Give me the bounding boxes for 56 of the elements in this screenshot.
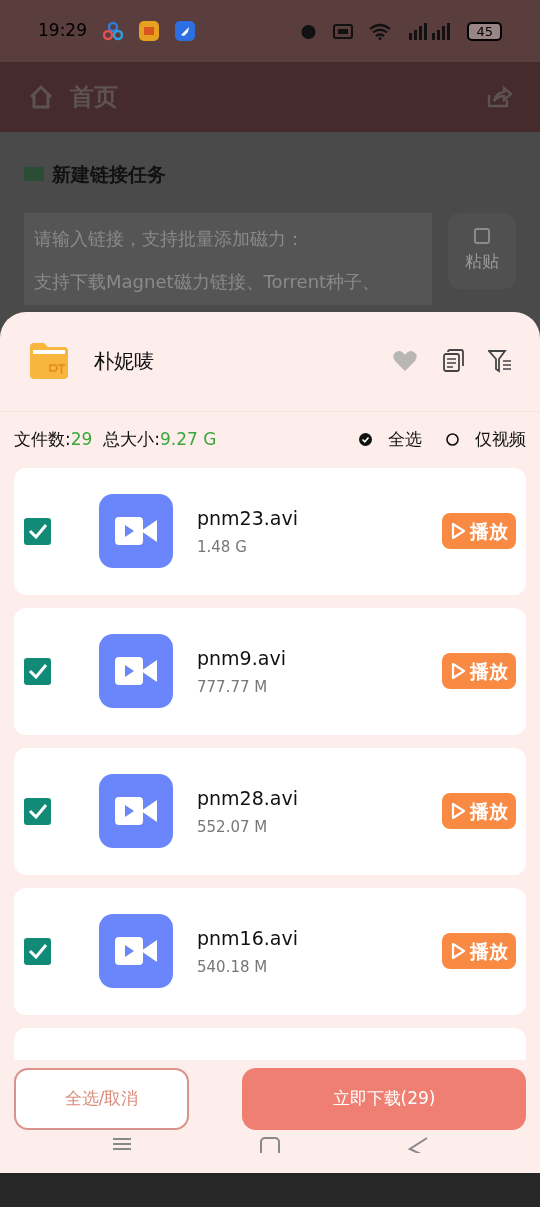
video-file-icon bbox=[99, 494, 173, 569]
app-icon bbox=[139, 21, 159, 41]
file-size: 1.48 G bbox=[197, 537, 248, 559]
play-icon bbox=[450, 522, 466, 541]
play-button[interactable]: 播放 bbox=[442, 513, 516, 550]
paste-button[interactable]: 粘贴 bbox=[448, 212, 516, 289]
filter-option[interactable]: 全选 bbox=[359, 427, 422, 453]
paste-icon bbox=[473, 226, 491, 245]
radio-checked-icon[interactable] bbox=[359, 433, 372, 447]
download-button[interactable]: 立即下载(29) bbox=[242, 1067, 526, 1130]
checkbox[interactable] bbox=[24, 517, 51, 545]
play-icon bbox=[450, 662, 466, 681]
checkbox[interactable] bbox=[24, 937, 51, 965]
play-button[interactable]: 播放 bbox=[442, 653, 516, 690]
file-size: 552.07 M bbox=[197, 817, 269, 839]
copy-icon[interactable] bbox=[442, 349, 464, 374]
wifi-icon bbox=[369, 22, 392, 40]
torrent-name: 朴妮唛 bbox=[94, 348, 155, 376]
filter-option[interactable]: 仅视频 bbox=[446, 427, 526, 453]
section-icon bbox=[24, 167, 44, 182]
file-name: pnm16.avi bbox=[197, 925, 299, 951]
back-icon[interactable] bbox=[408, 1137, 428, 1154]
battery-indicator: 45 bbox=[467, 21, 502, 41]
check-icon bbox=[27, 663, 48, 680]
home-nav-icon[interactable] bbox=[260, 1137, 280, 1154]
menu-icon[interactable] bbox=[112, 1137, 132, 1152]
home-icon bbox=[28, 84, 54, 110]
status-time: 19:29 bbox=[38, 19, 87, 43]
section-title: 新建链接任务 bbox=[52, 162, 166, 187]
play-button[interactable]: 播放 bbox=[442, 793, 516, 830]
play-icon bbox=[450, 942, 466, 961]
play-icon bbox=[450, 802, 466, 821]
file-size: 777.77 M bbox=[197, 677, 269, 699]
radio-icon[interactable] bbox=[446, 433, 459, 447]
check-icon bbox=[27, 803, 48, 820]
file-stats: 文件数:29 总大小:9.27 G bbox=[14, 428, 217, 452]
alarm-icon bbox=[300, 22, 318, 40]
file-name: pnm23.avi bbox=[197, 505, 299, 531]
file-size: 540.18 M bbox=[197, 957, 269, 979]
checkbox[interactable] bbox=[24, 657, 51, 685]
app-icon bbox=[103, 21, 123, 41]
video-file-icon bbox=[99, 774, 173, 849]
file-name: pnm28.avi bbox=[197, 785, 299, 811]
checkbox[interactable] bbox=[24, 797, 51, 825]
signal-icon bbox=[407, 22, 452, 40]
filter-icon[interactable] bbox=[488, 349, 512, 374]
rocket-icon bbox=[175, 21, 195, 41]
hd-icon bbox=[333, 23, 354, 39]
file-name: pnm9.avi bbox=[197, 645, 287, 671]
video-file-icon bbox=[99, 634, 173, 709]
check-icon bbox=[27, 943, 48, 960]
select-all-button[interactable]: 全选/取消 bbox=[14, 1067, 189, 1130]
bt-folder-icon bbox=[28, 341, 70, 382]
play-button[interactable]: 播放 bbox=[442, 933, 516, 970]
check-icon bbox=[27, 523, 48, 540]
video-file-icon bbox=[99, 914, 173, 989]
